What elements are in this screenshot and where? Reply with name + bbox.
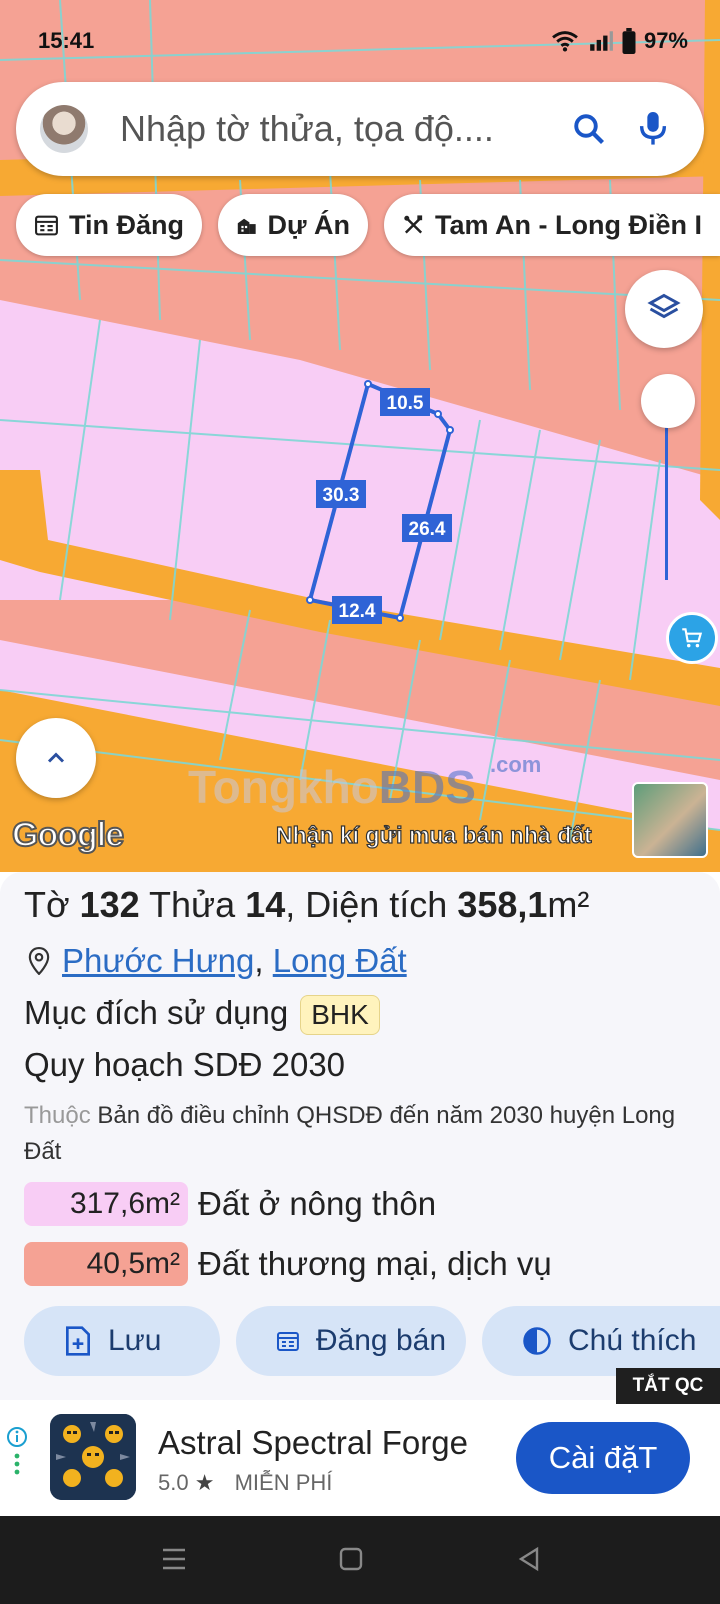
action-label: Đăng bán — [315, 1324, 446, 1357]
search-input[interactable]: Nhập tờ thửa, tọa độ.... — [120, 108, 566, 150]
file-add-icon — [66, 1326, 90, 1356]
form-icon — [276, 1332, 299, 1351]
purpose-row: Mục đích sử dụng BHK — [24, 994, 380, 1036]
area-breakdown-row: 40,5m² Đất thương mại, dịch vụ — [24, 1242, 552, 1286]
purpose-label: Mục đích sử dụng — [24, 994, 289, 1031]
avatar[interactable] — [40, 105, 88, 153]
watermark-suffix: .com — [490, 752, 542, 777]
ad-title[interactable]: Astral Spectral Forge — [158, 1424, 468, 1462]
edge-label-bottom: 12.4 — [339, 601, 376, 622]
menu-icon[interactable] — [160, 1546, 188, 1572]
edge-label-left: 30.3 — [323, 485, 360, 506]
star-icon: ★ — [194, 1470, 215, 1495]
plan-label: Quy hoạch SDĐ 2030 — [24, 1046, 346, 1083]
battery-level: 97% — [643, 28, 688, 53]
zoom-slider-handle[interactable] — [641, 374, 695, 428]
ad-info-icon[interactable] — [6, 1426, 28, 1480]
calendar-list-icon — [35, 215, 58, 236]
promo-thumbnail[interactable] — [632, 782, 708, 858]
area-unit: m² — [547, 884, 590, 925]
cart-icon — [682, 628, 703, 648]
chip-area-filter[interactable]: Tam An - Long Điền I — [384, 194, 720, 256]
area-value: 40,5m² — [24, 1242, 188, 1286]
back-icon[interactable] — [516, 1546, 542, 1572]
ad-rating: 5.0 — [158, 1470, 189, 1495]
save-button[interactable]: Lưu — [24, 1306, 220, 1376]
system-navigation-bar — [0, 1516, 720, 1604]
desc-prefix: Thuộc — [24, 1102, 91, 1129]
search-icon — [574, 114, 604, 144]
chip-du-an[interactable]: Dự Án — [218, 194, 368, 256]
parcel-area: 358,1 — [457, 884, 548, 925]
location-line: Phước Hưng, Long Đất — [28, 942, 407, 980]
home-icon[interactable] — [338, 1546, 364, 1572]
tools-icon — [404, 215, 423, 234]
buildings-icon — [237, 218, 256, 234]
ward-link[interactable]: Phước Hưng — [62, 942, 254, 979]
area-type-label: Đất ở nông thôn — [198, 1185, 437, 1222]
action-label: Chú thích — [568, 1324, 697, 1357]
ad-price: MIỄN PHÍ — [234, 1470, 333, 1495]
area-value: 317,6m² — [24, 1182, 188, 1226]
purpose-badge: BHK — [300, 995, 380, 1036]
chevron-up-icon — [47, 752, 65, 763]
ad-meta: 5.0 ★ MIỄN PHÍ — [158, 1470, 332, 1496]
cart-marker[interactable] — [666, 612, 718, 664]
battery-icon — [622, 28, 636, 54]
microphone-icon — [639, 112, 667, 145]
chip-label: Tam An - Long Điền I — [435, 209, 702, 240]
location-pin-icon — [28, 947, 50, 975]
layers-button[interactable] — [625, 270, 703, 348]
install-button[interactable]: Cài đặT — [516, 1422, 690, 1494]
chip-label: Tin Đăng — [68, 209, 184, 240]
parcel-number: 14 — [245, 884, 286, 925]
status-time: 15:41 — [38, 28, 95, 53]
watermark-brand: BDS — [378, 761, 476, 813]
search-bar[interactable]: Nhập tờ thửa, tọa độ.... — [16, 82, 704, 176]
voice-search-button[interactable] — [630, 106, 676, 152]
action-label: Lưu — [108, 1324, 162, 1357]
chip-tin-dang[interactable]: Tin Đăng — [16, 194, 202, 256]
search-button[interactable] — [566, 106, 612, 152]
sheet-number: 132 — [79, 884, 140, 925]
signal-icon — [590, 31, 613, 51]
desc-text: Bản đồ điều chỉnh QHSDĐ đến năm 2030 huy… — [24, 1102, 676, 1165]
contrast-icon — [523, 1327, 551, 1355]
wifi-icon — [552, 31, 578, 52]
edge-label-top: 10.5 — [387, 393, 424, 414]
legend-button[interactable]: Chú thích — [482, 1306, 720, 1376]
watermark-prefix: Tongkho — [188, 761, 379, 813]
watermark: TongkhoBDS .com — [188, 752, 541, 814]
parcel-title: Tờ 132 Thửa 14, Diện tích 358,1m² — [24, 884, 590, 925]
district-link[interactable]: Long Đất — [273, 942, 407, 979]
google-logo: Google — [11, 815, 125, 855]
layers-icon — [647, 293, 681, 319]
promo-text[interactable]: Nhận kí gửi mua bán nhà đất — [275, 821, 592, 849]
area-breakdown-row: 317,6m² Đất ở nông thôn — [24, 1182, 436, 1226]
plan-description: Thuộc Bản đồ điều chỉnh QHSDĐ đến năm 20… — [24, 1098, 704, 1170]
status-bar: 15:41 97% — [0, 0, 720, 70]
chip-label: Dự Án — [267, 209, 350, 240]
expand-up-button[interactable] — [16, 718, 96, 798]
close-ad-button[interactable]: TẮT QC — [616, 1368, 720, 1404]
edge-label-right: 26.4 — [409, 519, 446, 540]
game-icon — [50, 1414, 136, 1500]
area-type-label: Đất thương mại, dịch vụ — [198, 1245, 552, 1282]
ad-app-icon[interactable] — [50, 1414, 136, 1500]
post-sale-button[interactable]: Đăng bán — [236, 1306, 466, 1376]
